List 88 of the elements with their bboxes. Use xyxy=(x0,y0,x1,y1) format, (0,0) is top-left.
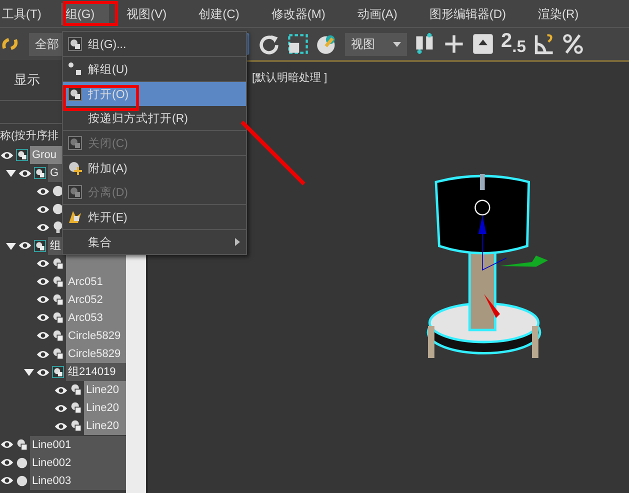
move-axis-icon[interactable] xyxy=(443,33,465,55)
object-name[interactable]: Line003 xyxy=(30,472,126,490)
object-name[interactable]: Circle5829 xyxy=(66,326,126,345)
eye-icon[interactable] xyxy=(36,186,50,196)
eye-icon[interactable] xyxy=(0,458,14,468)
attach-icon xyxy=(68,161,82,175)
menu-item[interactable]: 图形编辑器(D) xyxy=(425,2,520,24)
shape-icon xyxy=(70,402,82,414)
group-icon xyxy=(34,167,46,180)
eye-icon[interactable] xyxy=(36,295,50,304)
shape-icon xyxy=(70,384,82,396)
eye-icon[interactable] xyxy=(0,150,14,160)
group-icon xyxy=(52,366,64,378)
group-icon xyxy=(68,37,82,51)
selection-filter-dropdown[interactable]: 全部 xyxy=(29,32,65,56)
caret-icon xyxy=(393,42,401,46)
shape-icon xyxy=(52,276,64,288)
menu-entry[interactable]: 附加(A) xyxy=(63,156,246,180)
shape-icon xyxy=(52,258,64,270)
object-name[interactable]: Line002 xyxy=(30,454,126,472)
menu-item[interactable]: 创建(C) xyxy=(194,2,254,24)
group-icon xyxy=(68,87,82,101)
menu-item[interactable]: 渲染(R) xyxy=(534,2,593,24)
menu-entry[interactable]: 解组(U) xyxy=(63,57,246,81)
group-icon xyxy=(68,185,82,199)
eye-icon[interactable] xyxy=(0,440,14,450)
shape-icon xyxy=(52,348,64,360)
expand-arrow-icon[interactable] xyxy=(6,168,16,178)
eye-icon[interactable] xyxy=(54,404,68,413)
submenu-arrow-icon xyxy=(235,238,240,246)
menu-item[interactable]: 视图(V) xyxy=(122,2,181,24)
eye-icon[interactable] xyxy=(36,222,50,232)
object-name[interactable]: Arc051 xyxy=(66,272,126,291)
object-name[interactable]: Line20 xyxy=(84,417,126,436)
eye-icon[interactable] xyxy=(36,204,50,214)
object-name[interactable]: Line001 xyxy=(30,436,126,454)
explode-icon xyxy=(68,210,82,224)
coordinate-dropdown[interactable]: 视图 xyxy=(345,32,407,56)
menu-item[interactable]: 动画(A) xyxy=(353,2,412,24)
viewport-label[interactable]: [默认明暗处理 ] xyxy=(252,70,328,85)
expand-arrow-icon[interactable] xyxy=(6,240,16,251)
menu-entry[interactable]: 集合 xyxy=(63,230,246,254)
sphere-icon xyxy=(52,185,64,198)
object-name[interactable]: Circle5829 xyxy=(66,345,126,364)
shape-icon xyxy=(70,420,82,432)
expand-arrow-icon[interactable] xyxy=(24,367,34,378)
shape-icon xyxy=(52,330,64,342)
object-name[interactable]: Arc052 xyxy=(66,290,126,309)
ungroup-icon xyxy=(68,62,82,76)
snap-toggle[interactable]: 2$_{.5}$ xyxy=(501,30,526,58)
shape-icon xyxy=(52,312,64,324)
shape-icon xyxy=(16,438,28,451)
sphere-icon xyxy=(16,456,28,469)
eye-icon[interactable] xyxy=(0,476,14,486)
bulb-icon xyxy=(52,221,64,234)
annotation-box xyxy=(63,1,118,26)
group-icon xyxy=(34,240,46,252)
upload-icon[interactable] xyxy=(472,33,494,55)
percent-snap-icon[interactable] xyxy=(562,33,584,55)
display-tab[interactable]: 显示 xyxy=(14,71,40,89)
eye-icon[interactable] xyxy=(36,259,50,268)
eye-icon[interactable] xyxy=(36,368,50,377)
group-icon xyxy=(16,149,28,162)
sphere-icon xyxy=(16,474,28,487)
eye-icon[interactable] xyxy=(18,241,32,250)
group-icon xyxy=(68,136,82,150)
eye-icon[interactable] xyxy=(36,313,50,322)
menu-entry[interactable]: 按递归方式打开(R) xyxy=(63,106,246,130)
shape-icon xyxy=(52,294,64,306)
eye-icon[interactable] xyxy=(36,350,50,359)
sphere-icon xyxy=(52,203,64,216)
column-header[interactable]: 称(按升序排 xyxy=(0,128,59,142)
object-name[interactable]: Arc053 xyxy=(66,308,126,327)
menu-item[interactable]: 修改器(M) xyxy=(267,2,340,24)
eye-icon[interactable] xyxy=(54,386,68,395)
eye-icon[interactable] xyxy=(36,277,50,286)
object-name[interactable]: 组214019 xyxy=(66,363,126,382)
menu-entry[interactable]: 炸开(E) xyxy=(63,205,246,229)
menu-item[interactable]: 工具(T) xyxy=(0,2,56,24)
eye-icon[interactable] xyxy=(36,331,50,340)
menu-entry[interactable]: 组(G)... xyxy=(63,32,246,56)
eye-icon[interactable] xyxy=(54,422,68,431)
angle-snap-icon[interactable] xyxy=(533,33,556,55)
object-name[interactable]: Line20 xyxy=(84,381,126,400)
region-select-icon[interactable] xyxy=(287,33,309,55)
object-name[interactable]: Line20 xyxy=(84,399,126,418)
eye-icon[interactable] xyxy=(18,168,32,178)
rotate-icon[interactable] xyxy=(258,33,280,55)
